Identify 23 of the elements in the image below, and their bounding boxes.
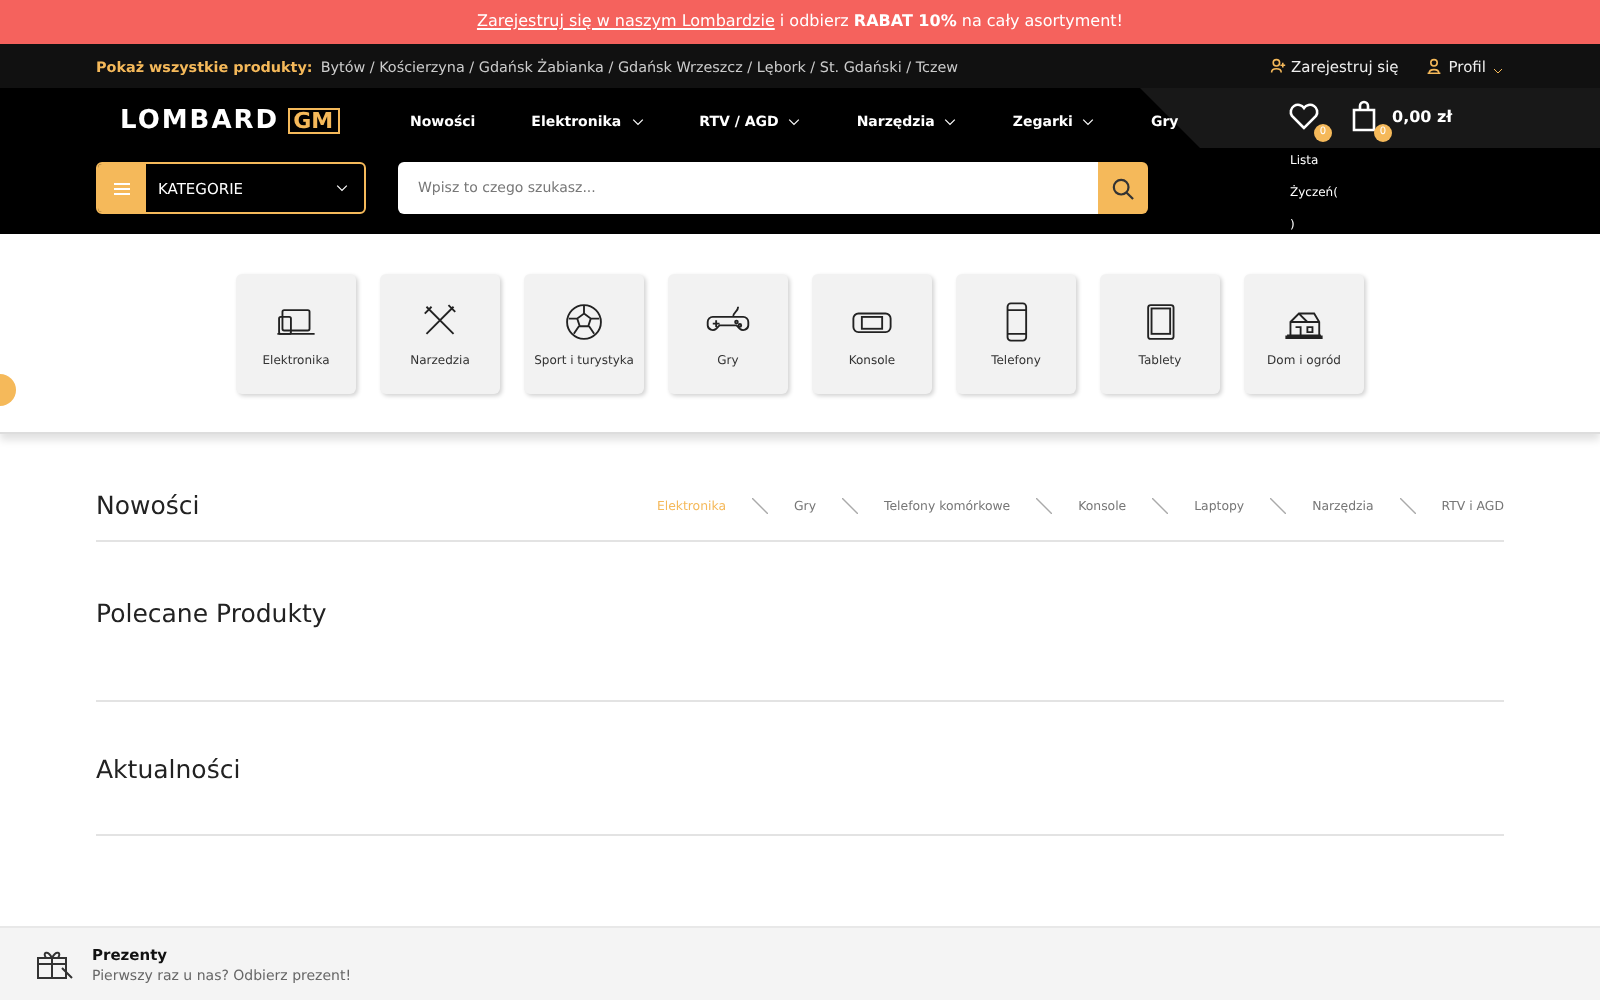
- slash-separator-icon: [1036, 498, 1053, 514]
- logo[interactable]: LOMBARD GM: [120, 106, 410, 136]
- section-title: Aktualności: [96, 754, 241, 784]
- heart-icon[interactable]: [1288, 100, 1320, 132]
- promo-text: Zarejestruj się w naszym Lombardzie i odbierz RABAT 10% na cały asortyment!: [474, 10, 1126, 34]
- slash-separator-icon: [752, 498, 768, 514]
- slash-separator-icon: [1152, 498, 1169, 514]
- shopping-bag-icon[interactable]: [1348, 100, 1380, 132]
- cart-total[interactable]: 0,00 zł: [1392, 108, 1453, 136]
- user-icon: [1426, 58, 1443, 74]
- slash-separator-icon: [1270, 498, 1287, 514]
- category-icon: [562, 300, 606, 344]
- search-icon: [1112, 177, 1134, 199]
- menu-icon: [114, 181, 130, 195]
- section-title: Nowości: [96, 490, 200, 520]
- user-icon: [1269, 58, 1286, 74]
- search-button[interactable]: [1098, 162, 1148, 214]
- chevron-down-icon: [336, 184, 348, 192]
- slash-separator-icon: [1399, 498, 1416, 514]
- dropdown-icon: [1492, 65, 1504, 75]
- section-title: Polecane Produkty: [96, 598, 327, 628]
- slash-separator-icon: [842, 498, 859, 514]
- gift-icon: [36, 948, 76, 980]
